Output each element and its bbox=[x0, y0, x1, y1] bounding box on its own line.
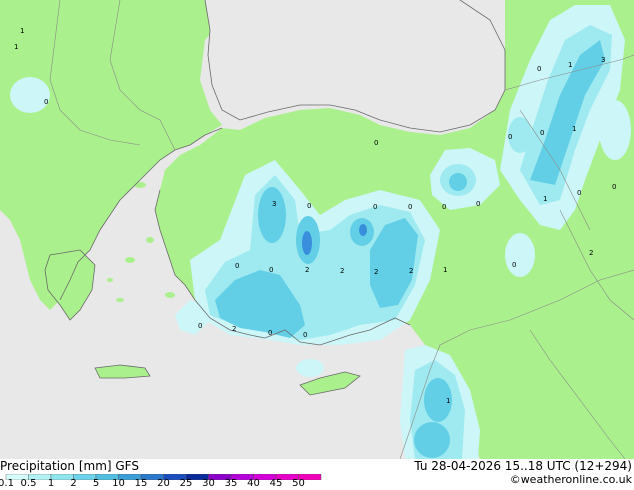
value-label: 0 bbox=[577, 189, 581, 197]
value-label: 1 bbox=[443, 266, 447, 274]
value-label: 3 bbox=[272, 200, 276, 208]
value-label: 0 bbox=[508, 133, 512, 141]
value-label: 1 bbox=[572, 125, 576, 133]
color-scale-tick-label: 45 bbox=[269, 478, 283, 489]
color-scale-tick-label: 40 bbox=[247, 478, 260, 489]
value-label: 2 bbox=[409, 267, 413, 275]
color-scale-tick-label: 2 bbox=[70, 478, 77, 489]
color-scale-tick-label: 20 bbox=[157, 478, 170, 489]
value-label: 2 bbox=[232, 325, 236, 333]
value-label: 0 bbox=[303, 331, 307, 339]
value-label: 0 bbox=[442, 203, 446, 211]
value-label: 1 bbox=[446, 397, 450, 405]
value-label: 0 bbox=[476, 200, 480, 208]
color-scale-tick-label: 1 bbox=[47, 478, 55, 489]
precipitation-map: 1 0 0 3 0 0 0 0 0 2 0 2 2 2 1 0 0 2 0 1 … bbox=[0, 0, 634, 459]
color-scale-tick-label: 15 bbox=[134, 478, 148, 489]
color-scale-tick-label: 0.1 bbox=[0, 478, 14, 489]
value-label: 0 bbox=[537, 65, 541, 73]
value-label: 0 bbox=[268, 329, 272, 337]
map-title: Precipitation [mm] GFS bbox=[0, 459, 139, 473]
value-label: 0 bbox=[540, 129, 544, 137]
value-label: 2 bbox=[589, 249, 593, 257]
color-scale-tick-label: 35 bbox=[224, 478, 238, 489]
value-label: 1 bbox=[568, 61, 572, 69]
value-label: 0 bbox=[408, 203, 412, 211]
value-label: 0 bbox=[373, 203, 377, 211]
color-scale-tick-label: 10 bbox=[112, 478, 125, 489]
value-label: 0 bbox=[612, 183, 616, 191]
color-scale-tick-label: 0.5 bbox=[20, 478, 37, 489]
value-label: 1 bbox=[543, 195, 547, 203]
value-label: 2 bbox=[340, 267, 344, 275]
value-label: 2 bbox=[305, 266, 309, 274]
value-label: 0 bbox=[269, 266, 273, 274]
color-scale-tick-label: 30 bbox=[202, 478, 215, 489]
value-label: 0 bbox=[44, 98, 48, 106]
value-label: 3 bbox=[601, 56, 605, 64]
value-label: 0 bbox=[198, 322, 202, 330]
value-label: 2 bbox=[374, 268, 378, 276]
color-scale-tick-label: 5 bbox=[92, 478, 100, 489]
value-label: 0 bbox=[235, 262, 239, 270]
map-panel: 1 0 0 3 0 0 0 0 0 2 0 2 2 2 1 0 0 2 0 1 … bbox=[0, 0, 634, 459]
value-label: 0 bbox=[374, 139, 378, 147]
run-info: Tu 28-04-2026 15..18 UTC (12+294) bbox=[414, 459, 632, 473]
value-label: 0 bbox=[307, 202, 311, 210]
color-scale-tick-label: 25 bbox=[179, 478, 193, 489]
value-label: 1 bbox=[14, 43, 18, 51]
value-label: 0 bbox=[512, 261, 516, 269]
credit-text: ©weatheronline.co.uk bbox=[509, 473, 632, 486]
color-scale-tick-label: 50 bbox=[292, 478, 305, 489]
legend-footer: Precipitation [mm] GFS Tu 28-04-2026 15.… bbox=[0, 459, 634, 490]
value-label: 1 bbox=[20, 27, 24, 35]
